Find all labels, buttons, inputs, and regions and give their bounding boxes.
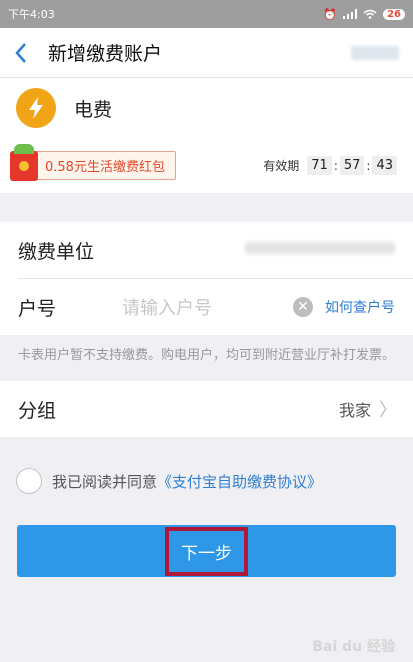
promo-banner[interactable]: 0.58元生活缴费红包 有效期 71 : 57 : 43: [0, 138, 413, 194]
agree-text: 我已阅读并同意: [52, 472, 158, 491]
status-bar: 下午4:03 ⏰ 26: [0, 0, 413, 28]
unit-value-blurred: [122, 242, 395, 258]
group-row[interactable]: 分组 我家 〉: [0, 381, 413, 437]
account-label: 户号: [18, 297, 57, 320]
notice-text: 卡表用户暂不支持缴费。购电用户，均可到附近营业厅补打发票。: [0, 335, 413, 381]
agreement-link[interactable]: 《支付宝自助缴费协议》: [157, 471, 322, 492]
page-title: 新增缴费账户: [48, 43, 163, 65]
timer-minutes: 57: [339, 156, 365, 175]
clear-icon[interactable]: ✕: [293, 297, 313, 317]
timer-sep: :: [333, 158, 338, 173]
wifi-icon: [363, 9, 377, 19]
timer-hours: 71: [307, 156, 332, 175]
next-button-label: 下一步: [165, 526, 248, 576]
watermark: Bai du 经验: [312, 639, 395, 655]
nav-bar: 新增缴费账户: [0, 28, 413, 78]
next-button[interactable]: 下一步: [17, 525, 396, 577]
account-row: 户号 请输入户号 ✕ 如何查户号: [0, 279, 413, 335]
unit-row[interactable]: 缴费单位: [0, 222, 413, 278]
biller-name: 电费: [74, 98, 113, 121]
status-time: 下午4:03: [8, 8, 55, 21]
group-value: 我家: [338, 401, 371, 420]
account-input[interactable]: 请输入户号: [122, 294, 293, 320]
alarm-icon: ⏰: [323, 7, 338, 21]
biller-header: 电费: [0, 78, 413, 138]
signal-icon: [343, 9, 358, 19]
red-envelope-icon: [10, 143, 38, 181]
battery-icon: 26: [383, 8, 405, 20]
chevron-left-icon[interactable]: [14, 42, 28, 64]
help-link[interactable]: 如何查户号: [325, 297, 395, 317]
lightning-icon: [16, 88, 56, 128]
chevron-right-icon: 〉: [379, 400, 397, 421]
status-icons: ⏰ 26: [323, 8, 405, 21]
agreement-row: 我已阅读并同意 《支付宝自助缴费协议》: [0, 437, 413, 525]
unit-label: 缴费单位: [18, 240, 95, 263]
agree-checkbox[interactable]: [16, 468, 42, 494]
promo-timer: 有效期 71 : 57 : 43: [263, 156, 399, 175]
validity-label: 有效期: [263, 159, 300, 173]
group-label: 分组: [18, 399, 57, 422]
timer-seconds: 43: [372, 156, 397, 175]
promo-label: 0.58元生活缴费红包: [34, 151, 176, 180]
timer-sep: :: [366, 158, 371, 173]
nav-right-blurred: [351, 45, 399, 60]
